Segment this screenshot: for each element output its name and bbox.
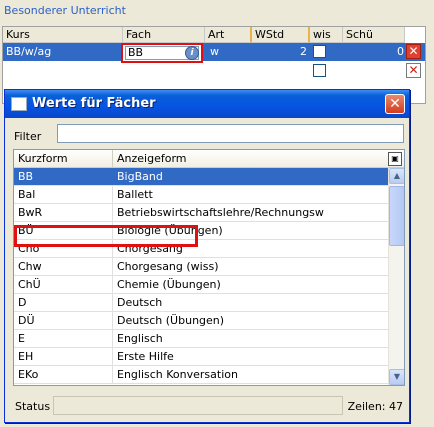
list-item[interactable]: Bal Ballett: [14, 186, 388, 204]
kurzform-cell: E: [14, 330, 113, 347]
scroll-down-icon[interactable]: ▼: [389, 369, 404, 385]
list-item[interactable]: Chw Chorgesang (wiss): [14, 258, 388, 276]
status-bar: Status Zeilen: 47: [13, 396, 405, 416]
list-header: Kurzform Anzeigeform ▣: [14, 150, 404, 168]
kurzform-cell: DÜ: [14, 312, 113, 329]
list-item[interactable]: BB BigBand: [14, 168, 388, 186]
list-item[interactable]: EH Erste Hilfe: [14, 348, 388, 366]
dialog-title: Werte für Fächer: [32, 96, 156, 111]
filter-input[interactable]: [57, 124, 404, 143]
kurzform-cell: EKo: [14, 366, 113, 383]
list-item[interactable]: D Deutsch: [14, 294, 388, 312]
status-field: [53, 396, 343, 415]
anzeigeform-cell: Englisch Konversation: [117, 368, 238, 381]
anzeigeform-cell: Chemie (Übungen): [117, 278, 221, 291]
anzeigeform-cell: Chorgesang: [117, 242, 183, 255]
scroll-thumb[interactable]: [389, 186, 404, 246]
wis-checkbox[interactable]: [313, 45, 326, 58]
kurzform-cell: D: [14, 294, 113, 311]
anzeigeform-cell: Deutsch (Übungen): [117, 314, 225, 327]
anzeigeform-cell: Deutsch: [117, 296, 163, 309]
list-item[interactable]: ChÜ Chemie (Übungen): [14, 276, 388, 294]
info-icon[interactable]: i: [185, 46, 199, 60]
art-cell: w: [210, 45, 219, 58]
dialog-title-bar[interactable]: Werte für Fächer ✕: [5, 90, 409, 118]
col-kurzform[interactable]: Kurzform: [14, 150, 113, 168]
delete-row-icon[interactable]: ✕: [406, 63, 421, 78]
close-button[interactable]: ✕: [385, 94, 405, 114]
kurzform-cell: ChÜ: [14, 276, 113, 293]
col-anzeigeform[interactable]: Anzeigeform: [113, 150, 388, 168]
table-row[interactable]: BB/w/ag w 2 0: [3, 43, 425, 61]
kurzform-cell: EH: [14, 348, 113, 365]
scroll-up-icon[interactable]: ▲: [389, 168, 404, 184]
values-dialog: Werte für Fächer ✕ Filter Kurzform Anzei…: [4, 89, 410, 423]
app-icon: [11, 97, 27, 111]
kurzform-cell: Cho: [14, 240, 113, 257]
row-count: Zeilen: 47: [347, 400, 403, 413]
wis-checkbox[interactable]: [313, 64, 326, 77]
status-label: Status: [15, 400, 51, 413]
filter-label: Filter: [14, 130, 42, 143]
col-fach[interactable]: Fach: [123, 27, 205, 43]
anzeigeform-cell: Englisch: [117, 332, 163, 345]
col-wis[interactable]: wis: [310, 27, 343, 43]
kurzform-cell: Bal: [14, 186, 113, 203]
kurs-cell: BB/w/ag: [6, 45, 52, 58]
kurzform-cell: BwR: [14, 204, 113, 221]
anzeigeform-cell: Biologie (Übungen): [117, 224, 223, 237]
anzeigeform-cell: BigBand: [117, 170, 163, 183]
anzeigeform-cell: Chorgesang (wiss): [117, 260, 219, 273]
list-item[interactable]: EKo Englisch Konversation: [14, 366, 388, 384]
schue-cell: 0: [397, 45, 404, 58]
list-item[interactable]: BÜ Biologie (Übungen): [14, 222, 388, 240]
column-chooser-icon[interactable]: ▣: [388, 152, 402, 166]
wstd-cell: 2: [300, 45, 307, 58]
list-item[interactable]: BwR Betriebswirtschaftslehre/Rechnungsw: [14, 204, 388, 222]
anzeigeform-cell: Betriebswirtschaftslehre/Rechnungsw: [117, 206, 324, 219]
kurzform-cell: BB: [14, 168, 113, 185]
list-item[interactable]: Cho Chorgesang: [14, 240, 388, 258]
section-header: Besonderer Unterricht: [4, 4, 126, 17]
kurzform-cell: Chw: [14, 258, 113, 275]
col-art[interactable]: Art: [205, 27, 252, 43]
anzeigeform-cell: Erste Hilfe: [117, 350, 174, 363]
subject-list: Kurzform Anzeigeform ▣ BB BigBand Bal Balle…: [13, 149, 405, 386]
vertical-scrollbar[interactable]: ▲ ▼: [388, 168, 404, 385]
kurzform-cell: BÜ: [14, 222, 113, 239]
col-wstd[interactable]: WStd: [252, 27, 310, 43]
list-rows: BB BigBand Bal Ballett BwR Betriebswirtschaft…: [14, 168, 388, 384]
col-kurs[interactable]: Kurs: [3, 27, 123, 43]
list-item[interactable]: E Englisch: [14, 330, 388, 348]
anzeigeform-cell: Ballett: [117, 188, 153, 201]
col-schue[interactable]: Schü: [343, 27, 405, 43]
list-item[interactable]: DÜ Deutsch (Übungen): [14, 312, 388, 330]
delete-row-icon[interactable]: ✕: [406, 44, 421, 59]
fach-field-highlight: BB i: [121, 43, 203, 63]
